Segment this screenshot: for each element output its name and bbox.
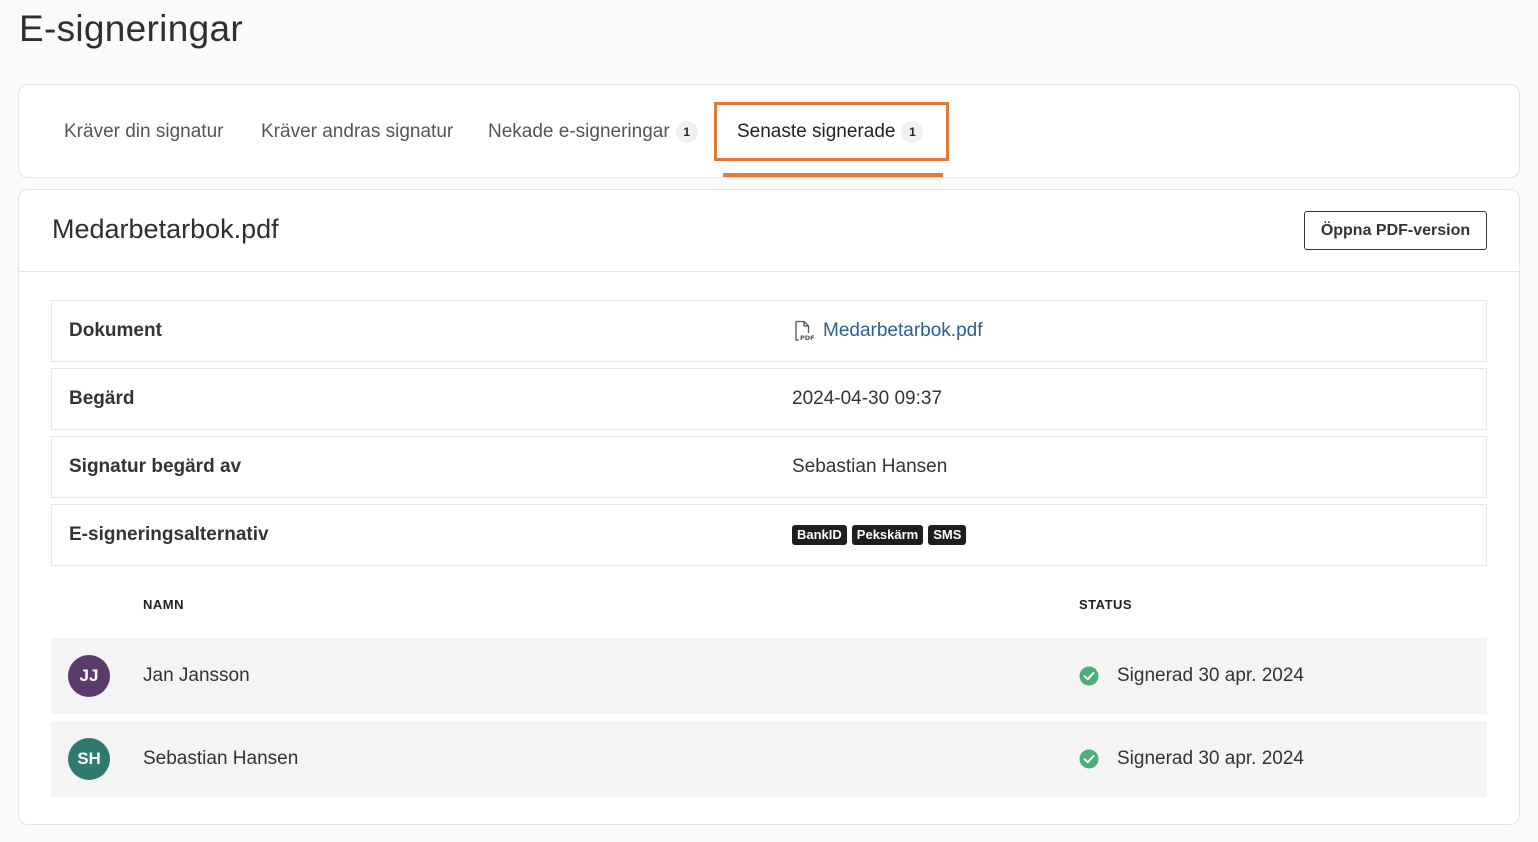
- document-title: Medarbetarbok.pdf: [52, 214, 279, 244]
- tab-label: Senaste signerade: [737, 121, 896, 142]
- info-row-signing-methods: E-signeringsalternativ BankID Pekskärm S…: [51, 504, 1487, 566]
- page-title: E-signeringar: [19, 8, 243, 49]
- column-header-name: NAMN: [143, 597, 184, 612]
- tab-label: Nekade e-signeringar: [488, 121, 670, 142]
- info-value: Sebastian Hansen: [792, 456, 948, 477]
- check-circle-icon: [1079, 666, 1099, 686]
- info-label: Dokument: [69, 320, 162, 341]
- tab-label: Kräver andras signatur: [261, 121, 454, 142]
- signer-status-text: Signerad 30 apr. 2024: [1117, 748, 1304, 769]
- info-value: 2024-04-30 09:37: [792, 388, 943, 409]
- tab-nekade-e-signeringar[interactable]: Nekade e-signeringar 1: [488, 85, 698, 179]
- signing-method-tag: Pekskärm: [851, 525, 924, 545]
- info-value: PDF Medarbetarbok.pdf: [792, 320, 983, 342]
- check-circle-icon: [1079, 749, 1099, 769]
- info-row-document: Dokument PDF Medarbetarbok.pdf: [51, 300, 1487, 362]
- signer-status: Signerad 30 apr. 2024: [1079, 665, 1304, 687]
- info-label: Signatur begärd av: [69, 456, 242, 477]
- tab-senaste-signerade[interactable]: Senaste signerade 1: [737, 85, 924, 179]
- avatar: JJ: [68, 655, 110, 697]
- info-label: E-signeringsalternativ: [69, 524, 269, 545]
- tab-kraver-din-signatur[interactable]: Kräver din signatur: [64, 85, 223, 179]
- signer-row: SH Sebastian Hansen Signerad 30 apr. 202…: [51, 721, 1487, 797]
- svg-text:PDF: PDF: [800, 334, 814, 342]
- tab-count-badge: 1: [901, 121, 924, 143]
- tabs-bar: Kräver din signatur Kräver andras signat…: [18, 84, 1520, 178]
- document-card: Medarbetarbok.pdf Öppna PDF-version Doku…: [18, 189, 1520, 825]
- tab-count-badge: 1: [675, 121, 698, 143]
- info-row-requested: Begärd 2024-04-30 09:37: [51, 368, 1487, 430]
- signing-method-tags: BankID Pekskärm SMS: [792, 525, 971, 545]
- info-row-requested-by: Signatur begärd av Sebastian Hansen: [51, 436, 1487, 498]
- signer-name: Jan Jansson: [143, 665, 250, 686]
- signer-status: Signerad 30 apr. 2024: [1079, 748, 1304, 770]
- pdf-file-icon: PDF: [795, 320, 814, 342]
- info-label: Begärd: [69, 388, 135, 409]
- open-pdf-button[interactable]: Öppna PDF-version: [1304, 211, 1487, 250]
- active-tab-underline: [723, 173, 943, 177]
- signer-status-text: Signerad 30 apr. 2024: [1117, 665, 1304, 686]
- document-link[interactable]: Medarbetarbok.pdf: [823, 320, 983, 342]
- tab-kraver-andras-signatur[interactable]: Kräver andras signatur: [261, 85, 453, 179]
- column-header-status: STATUS: [1079, 597, 1133, 612]
- avatar: SH: [68, 738, 110, 780]
- signer-row: JJ Jan Jansson Signerad 30 apr. 2024: [51, 638, 1487, 714]
- tab-label: Kräver din signatur: [64, 121, 224, 142]
- document-card-header: Medarbetarbok.pdf Öppna PDF-version: [19, 190, 1519, 272]
- signing-method-tag: BankID: [792, 525, 847, 545]
- signer-name: Sebastian Hansen: [143, 748, 299, 769]
- signing-method-tag: SMS: [928, 525, 967, 545]
